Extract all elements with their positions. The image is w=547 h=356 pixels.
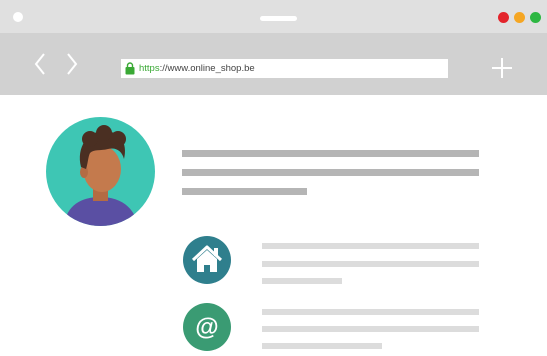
window-minimize-button[interactable] xyxy=(514,12,525,23)
url-rest: ://www.online_shop.be xyxy=(159,63,255,74)
email-line-2 xyxy=(262,326,479,332)
window-menu-dot[interactable] xyxy=(13,12,23,22)
profile-avatar xyxy=(46,117,155,226)
url-scheme: https xyxy=(139,63,160,74)
email-line-1 xyxy=(262,309,479,315)
at-symbol: @ xyxy=(195,314,218,341)
at-sign-icon[interactable]: @ xyxy=(183,303,231,351)
code-brackets-icon[interactable] xyxy=(34,52,78,76)
window-close-button[interactable] xyxy=(498,12,509,23)
address-line-2 xyxy=(262,261,479,267)
lock-icon xyxy=(125,62,135,75)
profile-name-line xyxy=(182,150,479,157)
window-maximize-button[interactable] xyxy=(530,12,541,23)
address-line-1 xyxy=(262,243,479,249)
home-icon[interactable] xyxy=(183,236,231,284)
profile-detail-line-short xyxy=(182,188,307,195)
person-avatar-icon xyxy=(64,125,138,226)
window-titlebar xyxy=(0,0,547,33)
new-tab-plus-icon[interactable] xyxy=(490,56,514,80)
profile-detail-line xyxy=(182,169,479,176)
email-line-3 xyxy=(262,343,382,349)
window-title-placeholder xyxy=(260,16,297,21)
url-text: https://www.online_shop.be xyxy=(139,62,255,75)
address-bar[interactable]: https://www.online_shop.be xyxy=(121,59,448,78)
address-line-3 xyxy=(262,278,342,284)
